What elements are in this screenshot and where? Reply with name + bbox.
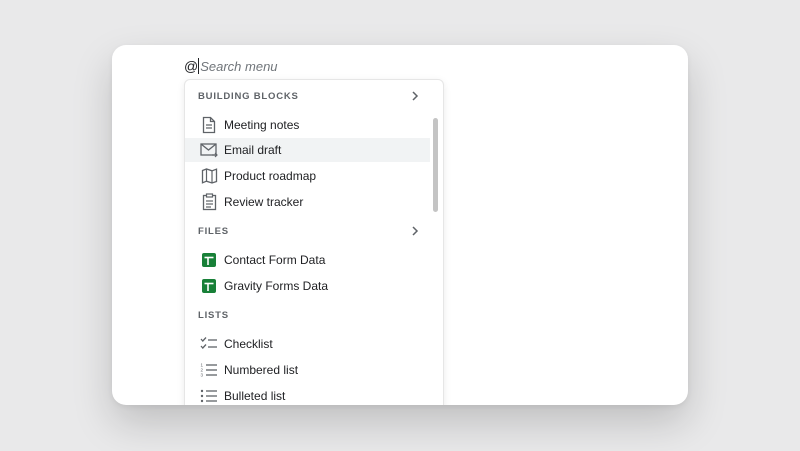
svg-text:3: 3 xyxy=(201,373,204,378)
menu-item-label: Numbered list xyxy=(224,363,299,377)
chevron-right-icon xyxy=(412,226,419,236)
search-input[interactable] xyxy=(200,58,401,74)
menu-item-label: Checklist xyxy=(224,337,273,351)
bulleted-list-icon xyxy=(200,387,218,405)
menu-item-meeting-notes[interactable]: Meeting notes xyxy=(185,113,430,137)
at-prefix: @ xyxy=(184,58,199,74)
menu-item-label: Bulleted list xyxy=(224,389,286,403)
menu-item-contact-form-data[interactable]: Contact Form Data xyxy=(185,248,430,272)
section-title: LISTS xyxy=(198,309,229,321)
menu-item-review-tracker[interactable]: Review tracker xyxy=(185,190,430,214)
menu-item-label: Email draft xyxy=(224,143,282,157)
editor-card: @ BUILDING BLOCKS Meeting notes Email dr… xyxy=(112,45,688,405)
menu-item-label: Product roadmap xyxy=(224,169,317,183)
menu-item-checklist[interactable]: Checklist xyxy=(185,332,430,356)
menu-item-label: Contact Form Data xyxy=(224,253,326,267)
section-title: FILES xyxy=(198,225,229,237)
checklist-icon xyxy=(200,335,218,353)
menu-scrollbar[interactable] xyxy=(433,118,438,212)
search-row: @ xyxy=(184,56,401,76)
sheets-icon xyxy=(200,251,218,269)
menu-item-label: Meeting notes xyxy=(224,118,300,132)
document-icon xyxy=(200,116,218,134)
section-header-files[interactable]: FILES xyxy=(185,218,433,244)
section-header-lists: LISTS xyxy=(185,302,433,328)
email-icon xyxy=(200,141,218,159)
menu-item-product-roadmap[interactable]: Product roadmap xyxy=(185,164,430,188)
menu-item-gravity-forms-data[interactable]: Gravity Forms Data xyxy=(185,274,430,298)
numbered-list-icon: 123 xyxy=(200,361,218,379)
menu-item-email-draft[interactable]: Email draft xyxy=(185,138,430,162)
menu-item-numbered-list[interactable]: 123 Numbered list xyxy=(185,358,430,382)
clipboard-icon xyxy=(200,193,218,211)
section-header-building-blocks[interactable]: BUILDING BLOCKS xyxy=(185,83,433,109)
menu-item-label: Review tracker xyxy=(224,195,304,209)
chevron-right-icon xyxy=(412,91,419,101)
section-title: BUILDING BLOCKS xyxy=(198,90,299,102)
map-icon xyxy=(200,167,218,185)
text-caret xyxy=(198,58,200,74)
insert-menu: BUILDING BLOCKS Meeting notes Email draf… xyxy=(184,79,444,405)
menu-item-bulleted-list[interactable]: Bulleted list xyxy=(185,384,430,405)
sheets-icon xyxy=(200,277,218,295)
menu-item-label: Gravity Forms Data xyxy=(224,279,329,293)
